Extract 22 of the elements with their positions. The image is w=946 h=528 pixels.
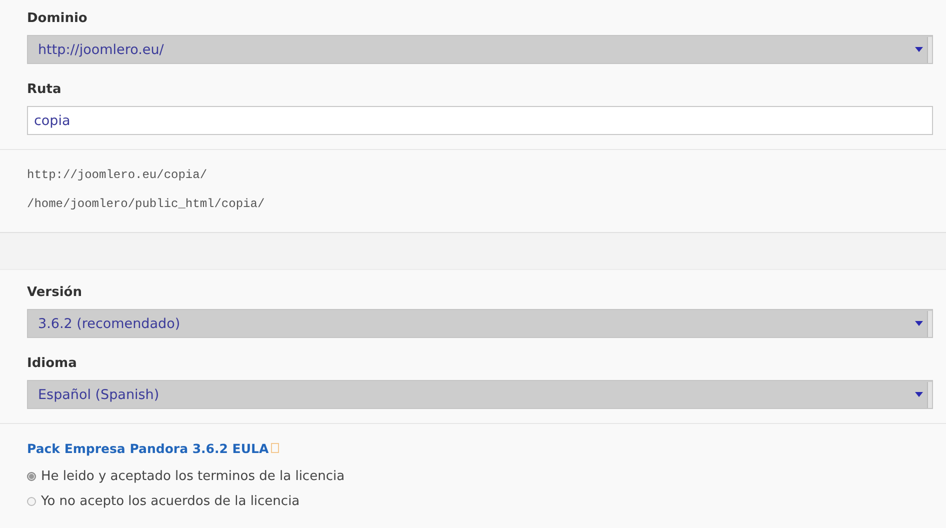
caret-icon (915, 392, 923, 397)
select-dropdown[interactable]: http://joomlero.eu/ (27, 35, 933, 64)
field-label: Dominio (27, 10, 88, 28)
path-text: /home/joomlero/public_html/copia/ (27, 196, 266, 213)
path-text: http://joomlero.eu/copia/ (27, 167, 208, 184)
dropdown-handle (927, 36, 932, 62)
dropdown-handle (927, 382, 932, 408)
field-label: Versión (27, 284, 83, 302)
radio-label: Yo no acepto los acuerdos de la licencia (41, 494, 300, 509)
field-label: Idioma (27, 355, 78, 373)
document-icon (270, 443, 279, 453)
input-field[interactable]: copia (27, 106, 933, 135)
select-dropdown[interactable]: Español (Spanish) (27, 380, 933, 409)
select-dropdown[interactable]: 3.6.2 (recomendado) (27, 309, 933, 338)
caret-icon (915, 47, 923, 52)
radio-button[interactable] (27, 472, 36, 481)
caret-icon (915, 321, 923, 326)
field-label: Ruta (27, 81, 62, 99)
radio-button[interactable] (27, 497, 36, 506)
radio-label: He leido y aceptado los terminos de la licencia (41, 469, 345, 484)
dropdown-handle (927, 310, 932, 336)
eula-link[interactable]: Pack Empresa Pandora 3.6.2 EULA (27, 440, 269, 456)
